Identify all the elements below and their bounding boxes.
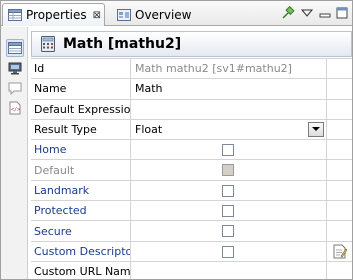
home-checkbox[interactable]	[222, 144, 234, 157]
protected-checkbox[interactable]	[222, 205, 234, 218]
view-menu-icon[interactable]	[299, 5, 315, 21]
property-label-custom-url-name: Custom URL Name	[31, 261, 131, 279]
landmark-checkbox[interactable]	[222, 184, 234, 197]
calculator-icon	[41, 36, 57, 52]
property-row-secure: Secure	[31, 221, 352, 242]
view-tab-bar: Properties ⊠ Overview	[1, 1, 352, 26]
tab-overview[interactable]: Overview	[112, 3, 192, 26]
property-label-landmark: Landmark	[31, 180, 131, 201]
property-label-id: Id	[31, 59, 131, 79]
action-cell	[327, 100, 352, 119]
svg-text:</>: </>	[11, 107, 20, 113]
result-type-select[interactable]: Float	[132, 119, 327, 140]
chevron-down-icon[interactable]	[308, 121, 324, 137]
properties-table-icon	[8, 7, 22, 23]
properties-view: Properties ⊠ Overview </> Math [mathu2] …	[0, 0, 353, 280]
property-row-home: Home	[31, 140, 352, 161]
property-row-default: Default	[31, 160, 352, 181]
minimize-icon[interactable]	[317, 5, 333, 21]
monitor-icon[interactable]	[6, 59, 24, 77]
property-value-id: Math mathu2 [sv1#mathu2]	[132, 59, 327, 79]
default-expression-field[interactable]	[132, 99, 327, 119]
action-cell	[327, 181, 352, 200]
property-row-landmark: Landmark	[31, 180, 352, 202]
edit-document-icon[interactable]	[327, 242, 352, 261]
property-row-id: Id Math mathu2 [sv1#mathu2]	[31, 59, 352, 80]
property-row-protected: Protected	[31, 201, 352, 222]
page-title: Math [mathu2]	[63, 36, 182, 52]
tab-overview-label: Overview	[135, 7, 192, 22]
custom-descriptor-checkbox[interactable]	[222, 245, 234, 258]
pin-icon[interactable]	[280, 5, 296, 21]
home-cell	[132, 140, 327, 160]
property-label-default-expression: Default Expression	[31, 99, 131, 119]
action-cell	[327, 201, 352, 220]
action-cell	[327, 120, 352, 139]
property-label-custom-descriptor: Custom Descriptor	[31, 241, 131, 261]
secure-checkbox[interactable]	[222, 225, 234, 238]
default-cell	[132, 160, 327, 180]
default-checkbox	[222, 164, 234, 177]
xml-document-icon[interactable]: </>	[6, 99, 24, 117]
property-row-custom-descriptor: Custom Descriptor	[31, 241, 352, 262]
property-row-result-type: Result Type Float	[31, 119, 352, 141]
tab-properties[interactable]: Properties ⊠	[2, 3, 105, 26]
custom-url-name-field[interactable]	[132, 261, 327, 279]
property-row-custom-url-name: Custom URL Name	[31, 261, 352, 279]
property-grid: Id Math mathu2 [sv1#mathu2] Name Math De…	[31, 59, 352, 279]
comment-icon[interactable]	[6, 79, 24, 97]
property-label-home: Home	[31, 140, 131, 160]
property-label-secure: Secure	[31, 221, 131, 241]
custom-descriptor-cell	[132, 241, 327, 261]
overview-icon	[117, 7, 131, 23]
properties-table-icon[interactable]	[6, 39, 24, 57]
action-cell	[327, 262, 352, 279]
tab-properties-label: Properties	[26, 8, 87, 22]
close-icon[interactable]: ⊠	[93, 10, 101, 21]
property-row-name: Name Math	[31, 79, 352, 100]
landmark-cell	[132, 180, 327, 201]
action-cell	[327, 221, 352, 240]
action-cell	[327, 160, 352, 179]
action-cell	[327, 140, 352, 159]
name-field[interactable]: Math	[132, 79, 327, 99]
property-label-name: Name	[31, 79, 131, 99]
property-row-default-expression: Default Expression	[31, 99, 352, 120]
page-selector-strip: </>	[1, 27, 28, 279]
protected-cell	[132, 201, 327, 221]
result-type-value: Float	[135, 123, 163, 137]
maximize-icon[interactable]	[334, 5, 350, 21]
property-label-protected: Protected	[31, 201, 131, 221]
action-cell	[327, 59, 352, 78]
action-cell	[327, 79, 352, 98]
page-title-bar: Math [mathu2]	[31, 31, 352, 57]
secure-cell	[132, 221, 327, 241]
property-label-default: Default	[31, 160, 131, 180]
property-label-result-type: Result Type	[31, 119, 131, 140]
